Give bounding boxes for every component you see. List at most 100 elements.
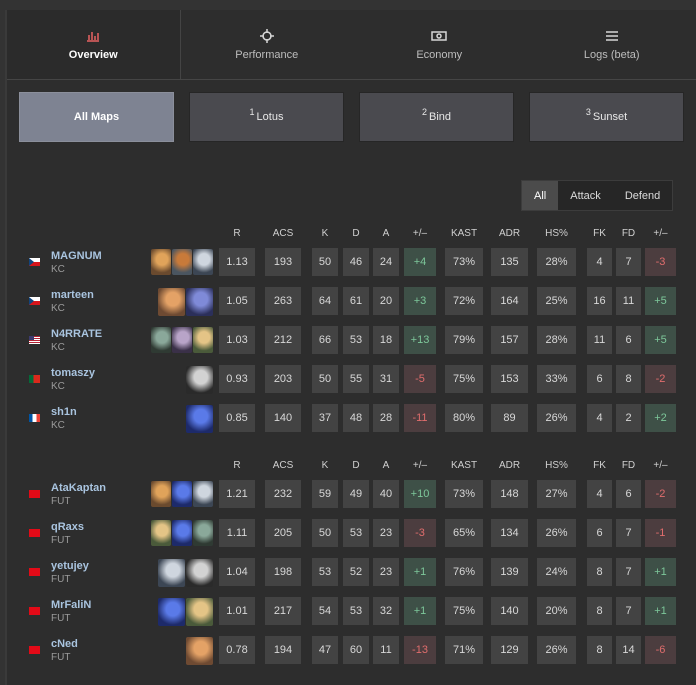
agent-icons (186, 366, 213, 394)
stat-cell: 76% (445, 558, 483, 586)
map-number: 3 (585, 107, 591, 117)
viper-agent-icon (193, 520, 213, 546)
player-team-tag: FUT (51, 652, 71, 663)
side-filter-attack[interactable]: Attack (558, 181, 613, 210)
column-header: R (233, 228, 241, 239)
side-filter-all[interactable]: All (522, 181, 559, 210)
stat-cell: 28% (537, 326, 576, 354)
player-row: sh1n KC 0.85 140 37 48 28 -11 80% 89 26% 4 2 +2 (7, 404, 696, 435)
tab-label: Economy (416, 49, 463, 61)
tab-performance[interactable]: Performance (181, 10, 354, 79)
tab-label: Overview (68, 49, 118, 61)
stat-cell: 194 (265, 636, 301, 664)
list-icon (605, 28, 619, 44)
table-header: R ACS K D A +/– KAST ADR HS% FK FD +/– (7, 228, 696, 242)
stat-cell: 73% (445, 248, 483, 276)
stat-cell: 129 (491, 636, 528, 664)
stat-cell: 134 (491, 519, 528, 547)
player-row: tomaszy KC 0.93 203 50 55 31 -5 75% 153 33% 6 8 -2 (7, 365, 696, 396)
agent-icons (186, 405, 213, 433)
player-name-link[interactable]: AtaKaptan (51, 482, 106, 494)
stat-cell: 53 (312, 558, 338, 586)
flag-cz-icon (29, 297, 40, 305)
player-name-link[interactable]: MAGNUM (51, 250, 102, 262)
tab-label: Logs (beta) (583, 49, 640, 61)
money-icon (431, 28, 447, 44)
flag-us-icon (29, 336, 40, 344)
column-header: +/– (412, 460, 428, 471)
stat-cell: 18 (373, 326, 399, 354)
stat-cell: +3 (404, 287, 436, 315)
column-header: R (233, 460, 241, 471)
stat-cell: 205 (265, 519, 301, 547)
stat-cell: 55 (343, 365, 369, 393)
flag-triangle (29, 258, 34, 266)
player-name-link[interactable]: cNed (51, 638, 78, 650)
stat-cell: +2 (645, 404, 676, 432)
stat-cell: 40 (373, 480, 399, 508)
player-row: N4RRATE KC 1.03 212 66 53 18 +13 79% 157 28% 11 6 +5 (7, 326, 696, 357)
agent-icons (158, 598, 213, 626)
stat-cell: 1.05 (219, 287, 255, 315)
tab-economy[interactable]: Economy (353, 10, 526, 79)
stat-cell: 52 (343, 558, 369, 586)
player-name-link[interactable]: yetujey (51, 560, 89, 572)
player-team-tag: KC (51, 381, 65, 392)
stat-cell: 1.13 (219, 248, 255, 276)
column-header: K (321, 460, 329, 471)
player-name-link[interactable]: qRaxs (51, 521, 84, 533)
player-name-link[interactable]: sh1n (51, 406, 77, 418)
map-tab-bind[interactable]: 2 Bind (359, 92, 514, 142)
stat-cell: 157 (491, 326, 528, 354)
stat-cell: +1 (645, 558, 676, 586)
stat-cell: 20 (373, 287, 399, 315)
stat-cell: +4 (404, 248, 436, 276)
player-name-link[interactable]: N4RRATE (51, 328, 102, 340)
stat-cell: -2 (645, 365, 676, 393)
neon-agent-icon (186, 405, 213, 433)
stat-cell: 23 (373, 558, 399, 586)
stat-cell: 26% (537, 636, 576, 664)
raze-agent-icon (186, 637, 213, 665)
stat-cell: -13 (404, 636, 436, 664)
stat-cell: 8 (616, 365, 641, 393)
stat-cell: -2 (645, 480, 676, 508)
flag-cz-icon (29, 258, 40, 266)
agent-icons (151, 249, 213, 275)
player-name-link[interactable]: tomaszy (51, 367, 95, 379)
tab-label: Performance (235, 49, 299, 61)
map-tab-all-maps[interactable]: All Maps (19, 92, 174, 142)
stat-cell: 212 (265, 326, 301, 354)
stat-cell: 89 (491, 404, 528, 432)
tab-overview[interactable]: Overview (7, 10, 181, 79)
column-header: KAST (450, 460, 478, 471)
map-tab-sunset[interactable]: 3 Sunset (529, 92, 684, 142)
column-header: ADR (498, 460, 521, 471)
stat-cell: 53 (343, 597, 369, 625)
stat-cell: 60 (343, 636, 369, 664)
skye-agent-icon (186, 598, 213, 626)
stat-cell: 23 (373, 519, 399, 547)
side-filter-defend[interactable]: Defend (613, 181, 672, 210)
player-row: MAGNUM KC 1.13 193 50 46 24 +4 73% 135 28% 4 7 -3 (7, 248, 696, 279)
player-name-link[interactable]: MrFaliN (51, 599, 91, 611)
stat-cell: 232 (265, 480, 301, 508)
stat-cell: 1.11 (219, 519, 255, 547)
stat-cell: 28 (373, 404, 399, 432)
agent-icons (186, 637, 213, 665)
stat-cell: +10 (404, 480, 436, 508)
column-header: FD (621, 228, 636, 239)
stat-cell: 37 (312, 404, 338, 432)
column-header: +/– (653, 460, 668, 471)
player-team-tag: FUT (51, 535, 71, 546)
player-team-tag: KC (51, 264, 65, 275)
map-tab-lotus[interactable]: 1 Lotus (189, 92, 344, 142)
stat-cell: 24 (373, 248, 399, 276)
breach-agent-icon (151, 249, 171, 275)
flag-tr-icon (29, 490, 40, 498)
stat-cell: 79% (445, 326, 483, 354)
player-name-link[interactable]: marteen (51, 289, 94, 301)
tab-logs[interactable]: Logs (beta) (526, 10, 696, 79)
stat-cell: 26% (537, 404, 576, 432)
stat-cell: 50 (312, 365, 338, 393)
